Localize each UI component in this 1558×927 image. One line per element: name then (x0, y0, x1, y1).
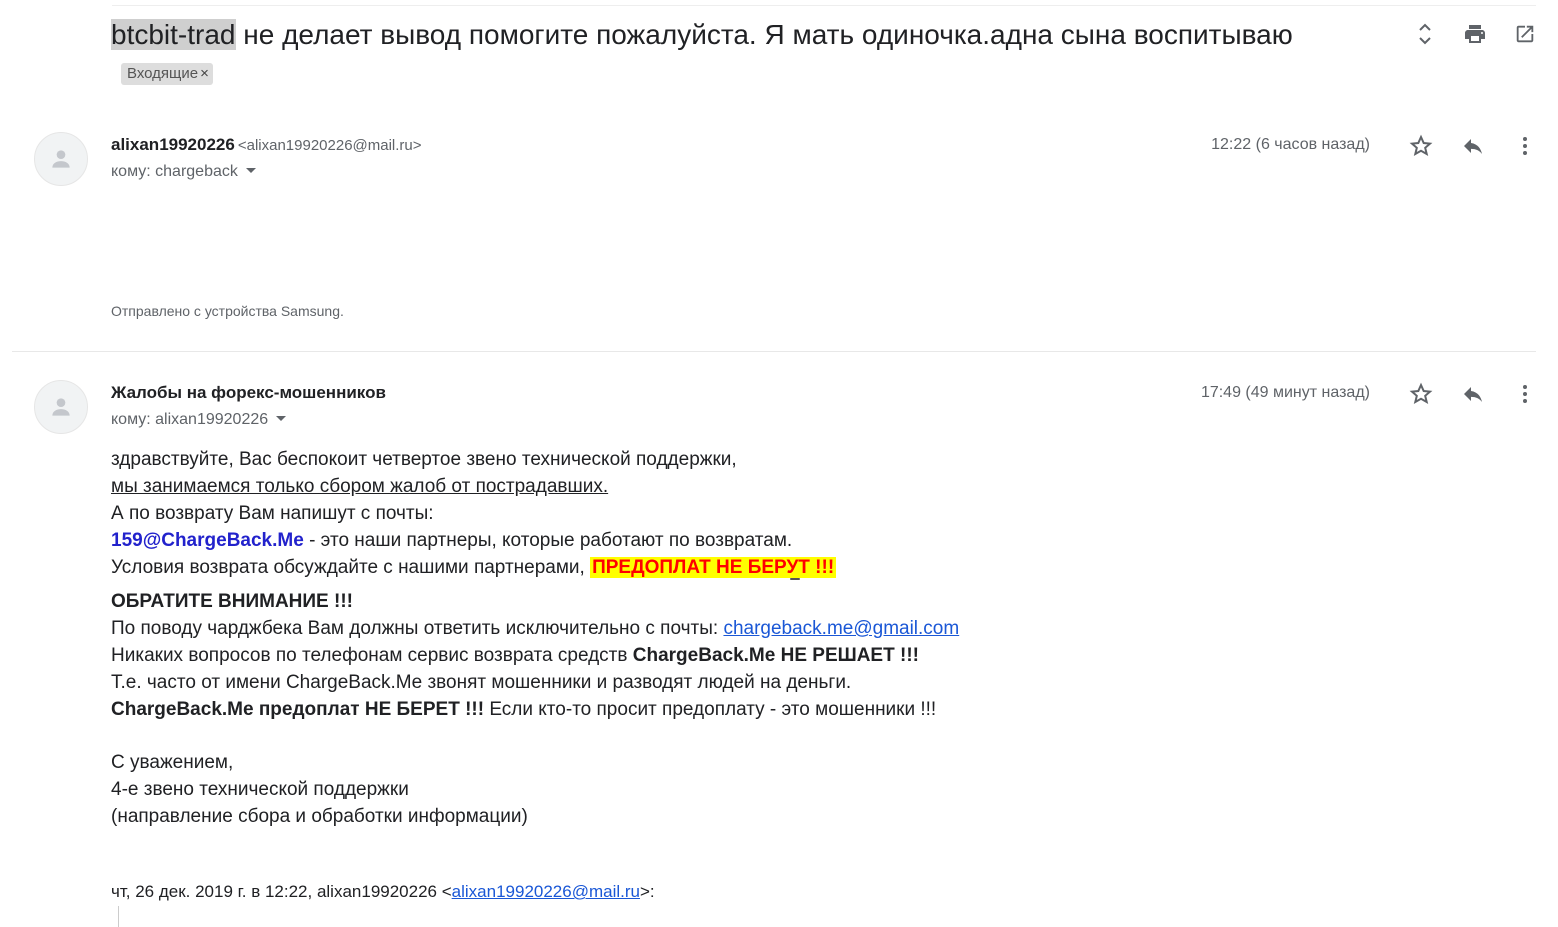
recipient-text: кому: chargeback (111, 163, 238, 180)
body-text: Никаких вопросов по телефонам сервис воз… (111, 645, 633, 666)
sender-email: <alixan19920226@mail.ru> (237, 137, 422, 154)
top-divider (112, 5, 1536, 6)
subject-highlight: btcbit-trad (111, 19, 236, 50)
recipient-text: кому: alixan19920226 (111, 411, 269, 428)
regards-line: 4-е звено технической поддержки (111, 779, 409, 800)
sender-name[interactable]: Жалобы на форекс-мошенников (111, 383, 386, 402)
message-time: 12:22 (6 часов назад) (1211, 136, 1370, 153)
regards-line: С уважением, (111, 752, 234, 773)
body-line: 159@ChargeBack.Me - это наши партнеры, к… (111, 527, 959, 554)
star-icon[interactable] (1408, 132, 1434, 160)
remove-label-icon[interactable]: × (200, 65, 209, 82)
print-icon[interactable] (1462, 20, 1488, 48)
message-divider (12, 351, 1536, 352)
recipient-line[interactable]: кому: alixan19920226 (111, 411, 287, 429)
body-text: Условия возврата обсуждайте с нашими пар… (111, 557, 591, 578)
message-actions (1408, 132, 1538, 160)
chargeback-email-link[interactable]: chargeback.me@gmail.com (723, 618, 959, 639)
body-line-underlined: мы занимаемся только сбором жалоб от пос… (111, 476, 609, 497)
sender-line: Жалобы на форекс-мошенников (111, 383, 386, 403)
signature: Отправлено с устройства Samsung. (111, 303, 344, 319)
warning-highlight: ПРЕДОПЛАТ НЕ БЕРУТ !!! (590, 557, 837, 578)
person-icon (52, 398, 70, 416)
sender-avatar (34, 132, 88, 186)
body-line: Никаких вопросов по телефонам сервис воз… (111, 642, 959, 669)
more-vert-icon[interactable] (1512, 132, 1538, 160)
person-icon (52, 150, 70, 168)
star-icon[interactable] (1408, 380, 1434, 408)
sender-name[interactable]: alixan19920226 (111, 135, 235, 154)
body-line: Т.е. часто от имени ChargeBack.Me звонят… (111, 672, 852, 693)
reply-icon[interactable] (1460, 132, 1486, 160)
sender-avatar (34, 380, 88, 434)
email-subject: btcbit-trad не делает вывод помогите пож… (111, 16, 1341, 92)
quote-bar (118, 906, 119, 927)
inbox-label-chip[interactable]: Входящие × (121, 63, 213, 85)
more-vert-icon[interactable] (1512, 380, 1538, 408)
unfold-icon[interactable] (1412, 20, 1438, 48)
partner-email: 159@ChargeBack.Me (111, 530, 304, 551)
inbox-label-text: Входящие (127, 65, 199, 82)
attention-heading: ОБРАТИТЕ ВНИМАНИЕ !!! (111, 591, 353, 612)
body-line: По поводу чарджбека Вам должны ответить … (111, 615, 959, 642)
sender-line: alixan19920226 <alixan19920226@mail.ru> (111, 135, 422, 155)
quote-prefix: чт, 26 дек. 2019 г. в 12:22, alixan19920… (111, 882, 452, 901)
subject-text: не делает вывод помогите пожалуйста. Я м… (235, 19, 1293, 50)
body-text: Если кто-то просит предоплату - это моше… (484, 699, 937, 720)
body-line: Условия возврата обсуждайте с нашими пар… (111, 554, 959, 581)
message-actions (1408, 380, 1538, 408)
quote-email-link[interactable]: alixan19920226@mail.ru (452, 882, 640, 901)
recipient-line[interactable]: кому: chargeback (111, 163, 256, 181)
body-text: - это наши партнеры, которые работают по… (303, 530, 793, 551)
body-line: А по возврату Вам напишут с почты: (111, 503, 434, 524)
open-in-new-icon[interactable] (1512, 20, 1538, 48)
body-text: По поводу чарджбека Вам должны ответить … (111, 618, 724, 639)
chevron-down-icon[interactable] (245, 168, 256, 173)
chevron-down-icon[interactable] (276, 416, 287, 421)
thread-toolbar (1412, 20, 1538, 48)
body-line: здравствуйте, Вас беспокоит четвертое зв… (111, 449, 737, 470)
message-time: 17:49 (49 минут назад) (1200, 384, 1370, 401)
regards-line: (направление сбора и обработки информаци… (111, 806, 528, 827)
quote-header: чт, 26 дек. 2019 г. в 12:22, alixan19920… (111, 882, 655, 902)
reply-icon[interactable] (1460, 380, 1486, 408)
body-line: ChargeBack.Me предоплат НЕ БЕРЕТ !!! Есл… (111, 696, 959, 723)
quote-suffix: >: (639, 882, 655, 901)
body-bold: ChargeBack.Me предоплат НЕ БЕРЕТ !!! (111, 699, 485, 720)
stray-mark (790, 578, 800, 580)
message-body: здравствуйте, Вас беспокоит четвертое зв… (111, 446, 959, 830)
body-bold: ChargeBack.Me НЕ РЕШАЕТ !!! (632, 645, 919, 666)
